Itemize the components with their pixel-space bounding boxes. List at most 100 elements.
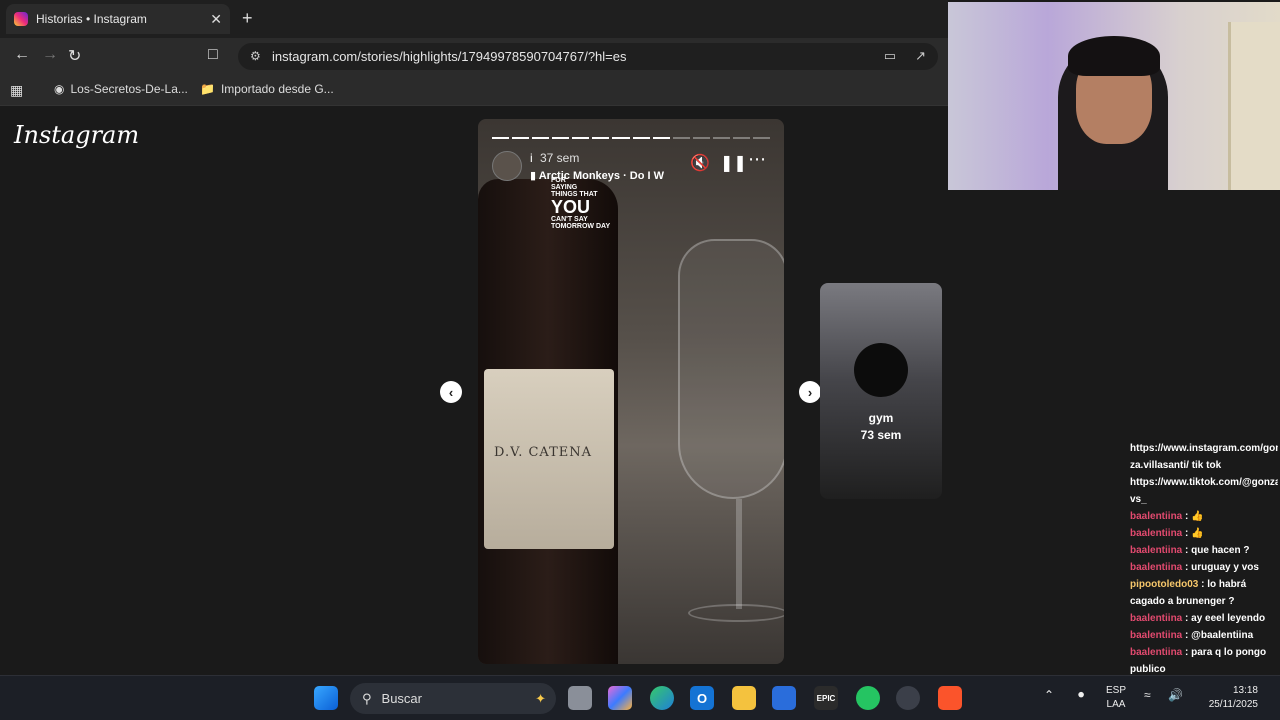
language-indicator[interactable]: ESP LAA bbox=[1106, 684, 1126, 712]
overlay-line: SAYING bbox=[551, 184, 578, 191]
story-progress-segment bbox=[572, 137, 590, 139]
bookmark-icon[interactable]: □ bbox=[208, 46, 218, 64]
task-view-icon[interactable] bbox=[568, 686, 592, 710]
more-options-icon[interactable]: ⋯ bbox=[748, 149, 766, 170]
close-tab-icon[interactable]: ✕ bbox=[210, 11, 222, 28]
taskbar-search[interactable]: ⚲ Buscar ✦ bbox=[350, 683, 556, 714]
chat-message: cagado a brunenger ? bbox=[1128, 593, 1278, 610]
bookmark-folder-importado[interactable]: 📁 Importado desde G... bbox=[200, 82, 334, 96]
chat-text: : lo habrá bbox=[1198, 579, 1247, 590]
chat-username: baalentiina bbox=[1130, 630, 1183, 641]
apps-grid-icon[interactable]: ▦ bbox=[10, 82, 23, 99]
instagram-favicon-icon bbox=[14, 12, 28, 26]
glass-base bbox=[688, 604, 784, 622]
copilot-icon[interactable] bbox=[608, 686, 632, 710]
edge-icon[interactable] bbox=[650, 686, 674, 710]
story-progress-segment bbox=[592, 137, 610, 139]
chat-username: baalentiina bbox=[1130, 613, 1183, 624]
chat-message: za.villasanti/ tik tok bbox=[1128, 457, 1278, 474]
outlook-icon[interactable]: O bbox=[690, 686, 714, 710]
file-explorer-icon[interactable] bbox=[732, 686, 756, 710]
pause-icon[interactable]: ❚❚ bbox=[720, 153, 747, 173]
microphone-icon[interactable]: ⚫ bbox=[1076, 688, 1086, 702]
chat-text: : para q lo pongo bbox=[1182, 647, 1267, 658]
cast-icon[interactable]: ▭ bbox=[884, 48, 896, 64]
folder-icon: 📁 bbox=[200, 82, 215, 96]
next-story-preview[interactable]: gym 73 sem bbox=[820, 283, 942, 499]
chat-text: vs_ bbox=[1130, 494, 1147, 505]
forward-arrow-icon[interactable]: → bbox=[42, 46, 58, 64]
overlay-line: FOR bbox=[551, 177, 566, 184]
next-story-time: 73 sem bbox=[860, 428, 902, 442]
story-progress-segment bbox=[632, 137, 650, 139]
globe-icon: ◉ bbox=[54, 82, 65, 96]
volume-icon[interactable]: 🔊 bbox=[1168, 688, 1183, 702]
story-progress-segment bbox=[712, 137, 730, 139]
story-progress-segment bbox=[552, 137, 570, 139]
site-settings-icon[interactable]: ⚙ bbox=[250, 49, 261, 63]
new-tab-button[interactable]: + bbox=[242, 8, 253, 29]
wine-glass-image bbox=[678, 239, 784, 499]
bookmark-item-secretos[interactable]: ◉ Los-Secretos-De-La... bbox=[54, 82, 188, 96]
chat-username: baalentiina bbox=[1130, 562, 1183, 573]
reload-icon[interactable]: ↻ bbox=[68, 46, 81, 66]
chat-message: baalentiina : para q lo pongo bbox=[1128, 644, 1278, 661]
obs-icon[interactable] bbox=[896, 686, 920, 710]
music-bars-icon: ▮ bbox=[530, 170, 537, 182]
story-progress-segment bbox=[512, 137, 530, 139]
instagram-logo[interactable]: Instagram bbox=[14, 121, 139, 149]
bookmark-label: Importado desde G... bbox=[220, 82, 334, 96]
windows-taskbar: ⚲ Buscar ✦ O EPIC ⌃ ⚫ ESP LAA ≈ 🔊 13:18 … bbox=[0, 675, 1280, 720]
windows-start-icon[interactable] bbox=[314, 686, 338, 710]
story-overlay-text: FOR SAYING THINGS THAT YOU CAN'T SAY TOM… bbox=[551, 177, 610, 230]
webcam-person-hair bbox=[1068, 36, 1160, 76]
mute-icon[interactable]: 🔇 bbox=[690, 153, 710, 173]
chat-text: : 👍 bbox=[1182, 528, 1204, 539]
lang-text: ESP bbox=[1106, 685, 1127, 696]
share-icon[interactable]: ↗ bbox=[915, 48, 926, 64]
story-progress-bar bbox=[492, 137, 771, 140]
chat-message: publico bbox=[1128, 661, 1278, 675]
chat-message: baalentiina : @baalentiina bbox=[1128, 627, 1278, 644]
chevron-up-icon[interactable]: ⌃ bbox=[1044, 688, 1054, 702]
overlay-line: CAN'T SAY bbox=[551, 216, 588, 223]
chat-username: baalentiina bbox=[1130, 545, 1183, 556]
whatsapp-icon[interactable] bbox=[856, 686, 880, 710]
chat-message: baalentiina : 👍 bbox=[1128, 525, 1278, 542]
back-arrow-icon[interactable]: ← bbox=[14, 46, 30, 64]
bottle-label-text: D.V. CATENA bbox=[494, 445, 593, 460]
clock[interactable]: 13:18 25/11/2025 bbox=[1198, 684, 1258, 712]
address-bar[interactable]: ⚙ instagram.com/stories/highlights/17949… bbox=[238, 43, 938, 70]
bookmark-label: Los-Secretos-De-La... bbox=[70, 82, 188, 96]
glass-stem bbox=[736, 499, 742, 609]
chat-message: baalentiina : uruguay y vos bbox=[1128, 559, 1278, 576]
layout-text: LAA bbox=[1106, 699, 1126, 710]
story-time: 37 sem bbox=[540, 151, 580, 165]
search-icon: ⚲ bbox=[362, 690, 372, 706]
next-story-button[interactable]: › bbox=[799, 381, 821, 403]
stream-chat: https://www.instagram.com/gon za.villasan… bbox=[1128, 440, 1278, 675]
tab-instagram[interactable]: Historias • Instagram ✕ bbox=[6, 4, 230, 34]
story-username[interactable]: i bbox=[530, 151, 533, 165]
story-viewer[interactable]: D.V. CATENA i 37 sem ▮ Arctic Monkeys · … bbox=[478, 119, 784, 664]
brave-icon[interactable] bbox=[938, 686, 962, 710]
story-progress-segment bbox=[492, 137, 510, 139]
chat-message: baalentiina : que hacen ? bbox=[1128, 542, 1278, 559]
story-progress-segment bbox=[652, 137, 670, 139]
chat-text: : @baalentiina bbox=[1182, 630, 1254, 641]
story-progress-segment bbox=[612, 137, 630, 139]
chat-username: baalentiina bbox=[1130, 511, 1183, 522]
story-avatar[interactable] bbox=[492, 151, 522, 181]
wifi-icon[interactable]: ≈ bbox=[1144, 688, 1151, 702]
previous-story-button[interactable]: ‹ bbox=[440, 381, 462, 403]
copilot-sparkle-icon: ✦ bbox=[535, 690, 546, 706]
chat-username: baalentiina bbox=[1130, 647, 1183, 658]
chat-text: https://www.tiktok.com/@gonza bbox=[1130, 477, 1278, 488]
chat-text: publico bbox=[1130, 664, 1166, 675]
bookmarks-bar: ▦ ◉ Los-Secretos-De-La... 📁 Importado de… bbox=[0, 74, 948, 106]
chat-message: https://www.tiktok.com/@gonza bbox=[1128, 474, 1278, 491]
chat-message: pipootoledo03 : lo habrá bbox=[1128, 576, 1278, 593]
store-icon[interactable] bbox=[772, 686, 796, 710]
chat-username: baalentiina bbox=[1130, 528, 1183, 539]
epic-games-icon[interactable]: EPIC bbox=[814, 686, 838, 710]
